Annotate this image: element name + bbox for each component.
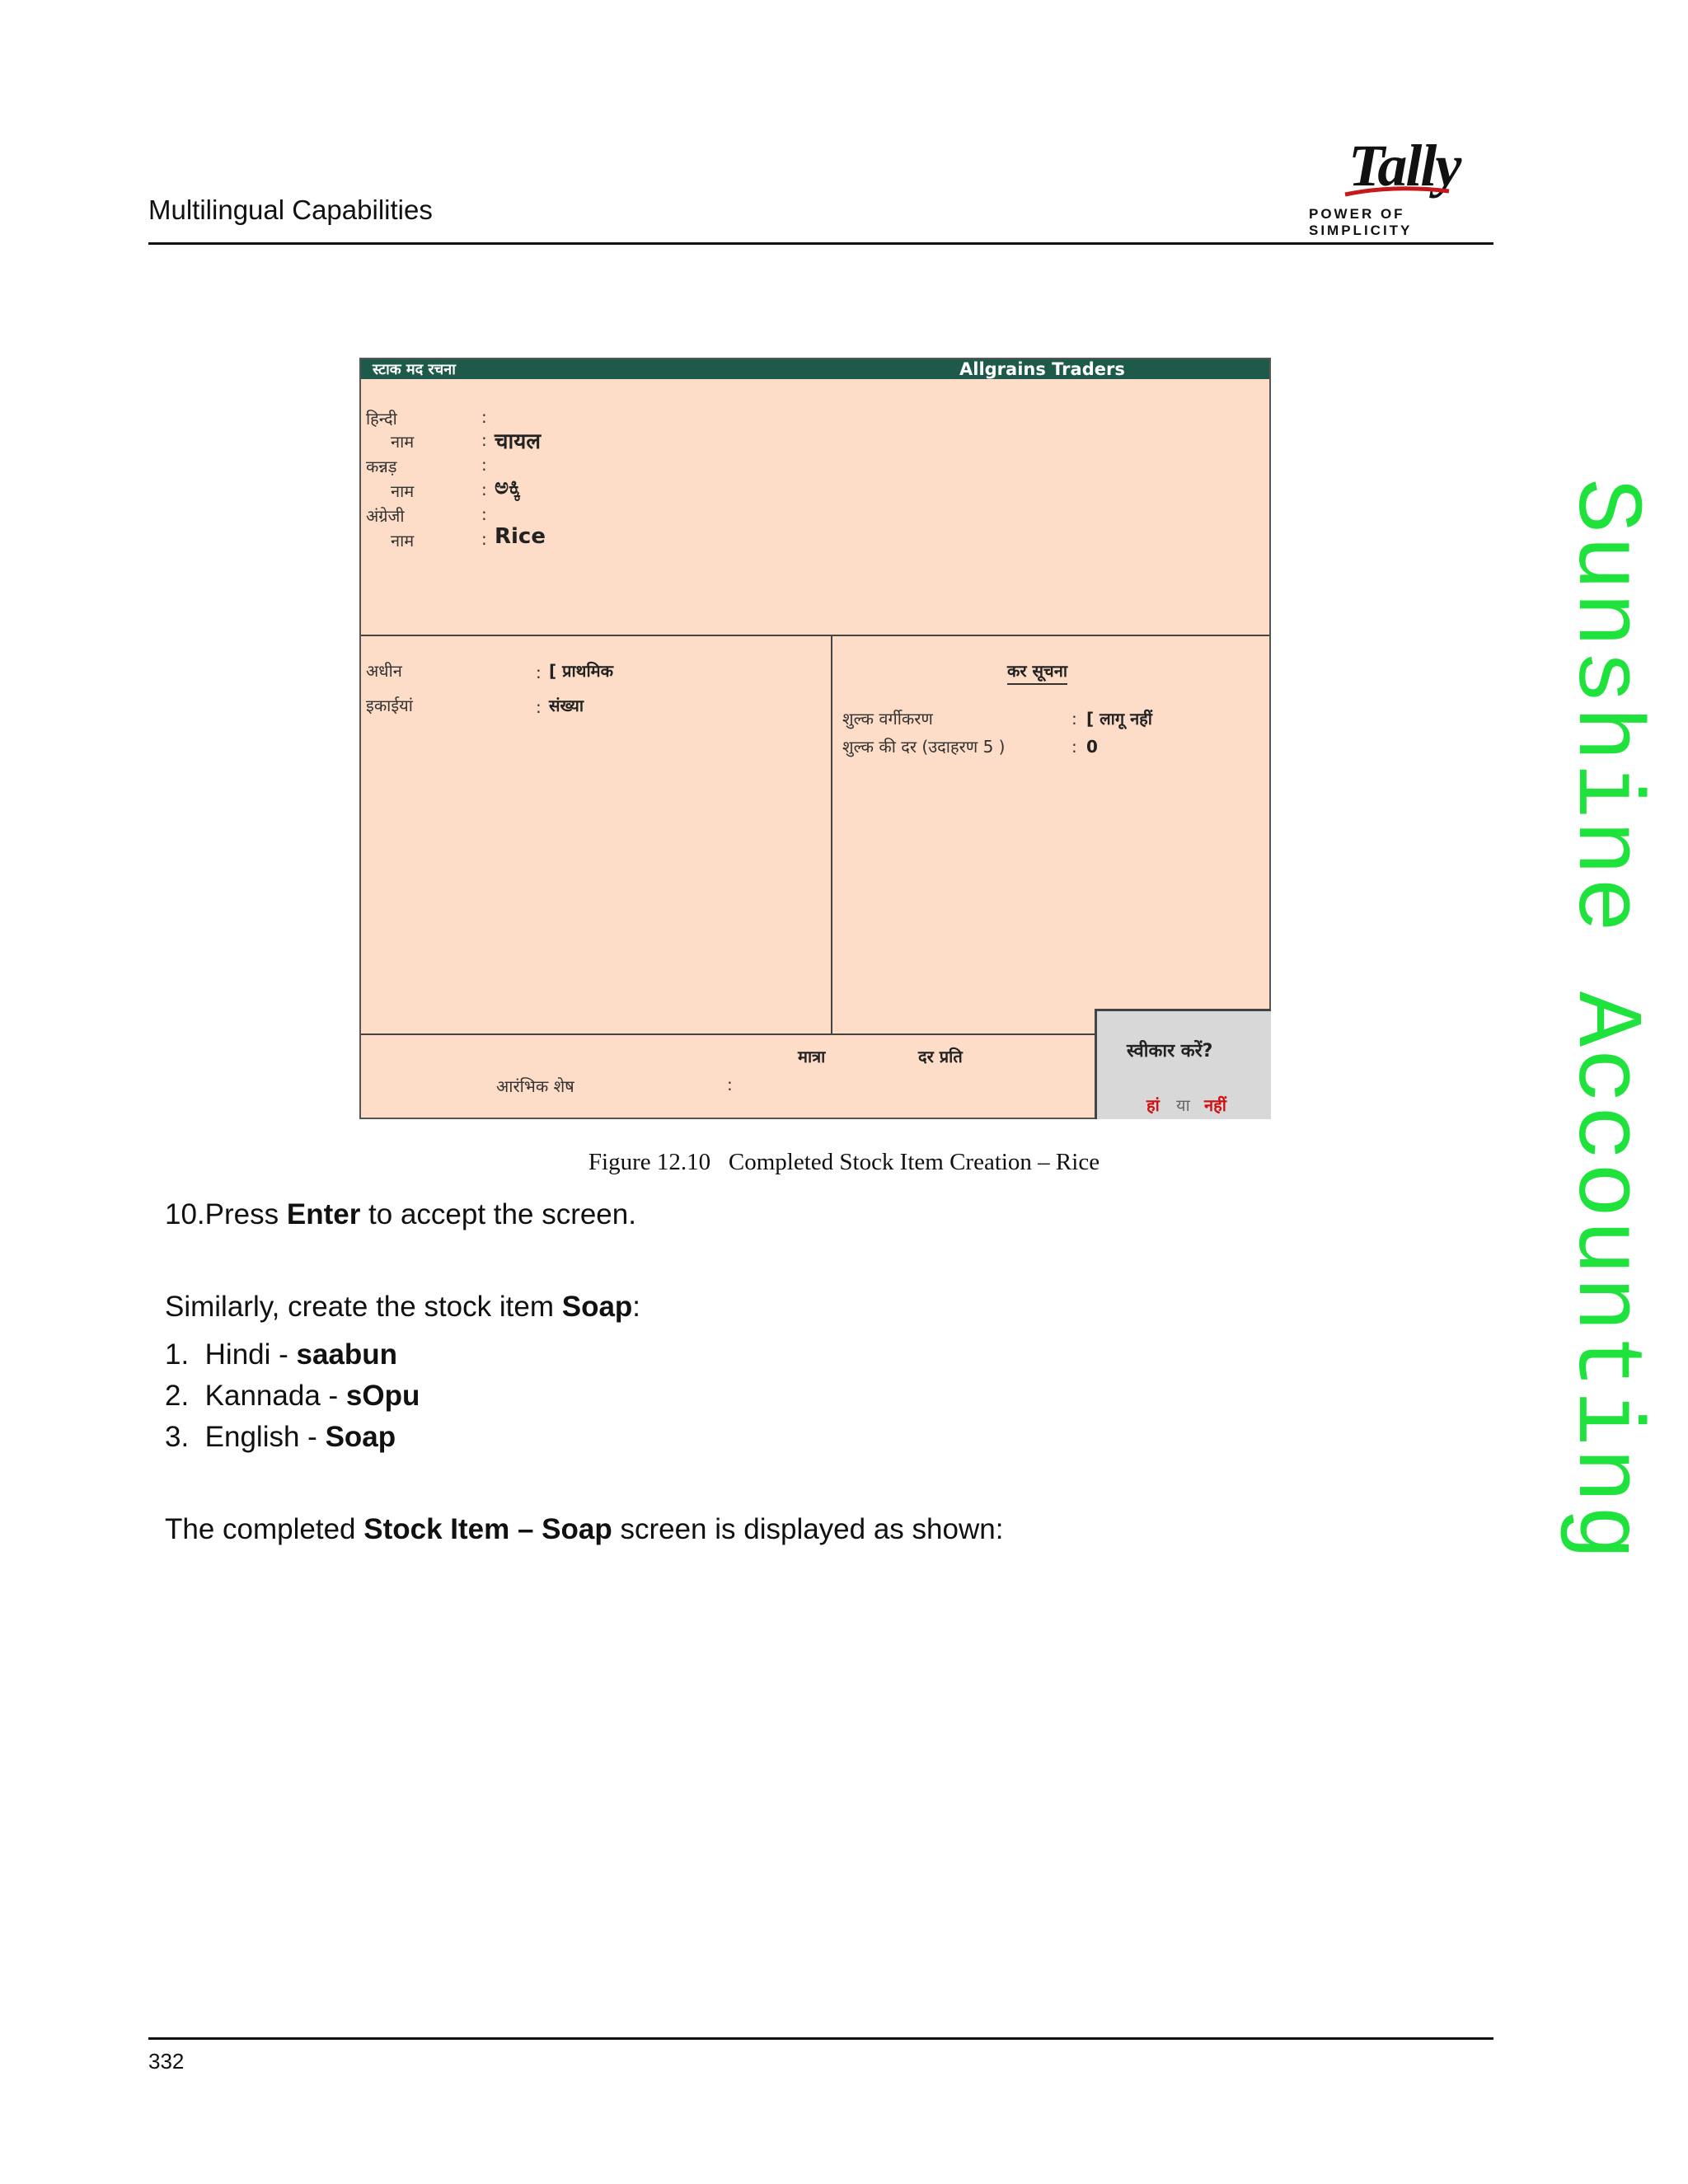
colon: : [1071, 709, 1077, 729]
colon: : [727, 1075, 733, 1094]
list-number: 2. [165, 1380, 190, 1412]
duty-rate-label: शुल्क की दर (उदाहरण 5 ) [842, 737, 1006, 757]
opening-balance-label: आरंभिक शेष [496, 1076, 574, 1096]
stock-item-creation-screen: स्टाक मद रचना Allgrains Traders हिन्दी :… [359, 358, 1271, 1119]
under-label: अधीन [366, 661, 402, 681]
colon: : [1071, 737, 1077, 757]
colon: : [481, 407, 487, 427]
list-item: 1. Hindi - saabun [165, 1338, 397, 1371]
column-divider [831, 635, 832, 1033]
accept-prompt: स्वीकार करें? [1127, 1041, 1213, 1062]
item-name: Soap [561, 1291, 633, 1323]
watermark-text: Sunshine Accounting [1552, 478, 1657, 1563]
section-divider [361, 635, 1269, 636]
watermark: Sunshine Accounting [1552, 462, 1665, 1731]
bold-text: Stock Item – Soap [363, 1513, 612, 1545]
tax-info-heading: कर सूचना [1007, 659, 1068, 685]
list-value: sOpu [345, 1380, 420, 1412]
colon: : [481, 529, 487, 549]
name-kannada-field[interactable]: ಅಕ್ಕಿ [495, 475, 521, 500]
under-field[interactable]: [ प्राथमिक [549, 659, 613, 682]
footer-divider [148, 2037, 1493, 2040]
units-field[interactable]: संख्या [549, 694, 584, 716]
key-name: Enter [286, 1198, 361, 1230]
text: : [632, 1291, 641, 1323]
list-number: 3. [165, 1421, 190, 1453]
language-hindi-label: हिन्दी [366, 409, 397, 429]
text: screen is displayed as shown: [612, 1513, 1004, 1545]
colon: : [481, 480, 487, 499]
section-title: Multilingual Capabilities [148, 194, 433, 225]
list-value: Soap [325, 1421, 396, 1453]
colon: : [536, 697, 542, 717]
list-label: Hindi - [204, 1338, 297, 1371]
colon: : [481, 504, 487, 524]
colon: : [481, 455, 487, 475]
units-label: इकाईयां [366, 696, 413, 715]
text: to accept the screen. [360, 1198, 636, 1230]
bottom-divider [361, 1033, 1095, 1035]
instruction-press-enter: 10.Press Enter to accept the screen. [165, 1198, 636, 1231]
instruction-similarly: Similarly, create the stock item Soap: [165, 1291, 640, 1324]
accept-yes-button[interactable]: हां [1146, 1094, 1160, 1116]
name-kannada-label: नाम [391, 481, 415, 501]
name-hindi-label: नाम [391, 432, 415, 452]
colon: : [536, 663, 542, 682]
accept-dialog: स्वीकार करें? हां या नहीं [1095, 1009, 1271, 1119]
list-label: Kannada - [204, 1380, 346, 1412]
company-name: Allgrains Traders [959, 359, 1125, 379]
text: Similarly, create the stock item [165, 1291, 562, 1323]
language-kannada-label: कन्नड़ [366, 457, 397, 476]
quantity-header: मात्रा [798, 1047, 826, 1066]
header-divider [148, 242, 1493, 245]
duty-classification-label: शुल्क वर्गीकरण [842, 709, 933, 729]
screen-title: स्टाक मद रचना [373, 361, 456, 378]
list-item: 3. English - Soap [165, 1421, 396, 1454]
name-english-field[interactable]: Rice [495, 524, 546, 549]
colon: : [481, 430, 487, 450]
list-item: 2. Kannada - sOpu [165, 1380, 420, 1413]
logo-swoosh-icon [1344, 186, 1450, 197]
figure-caption: Figure 12.10 Completed Stock Item Creati… [588, 1149, 1100, 1175]
tally-logo: Tally POWER OF SIMPLICITY [1302, 132, 1500, 238]
name-hindi-field[interactable]: चायल [495, 425, 541, 455]
list-number: 1. [165, 1338, 190, 1371]
text: 10.Press [165, 1198, 287, 1230]
list-label: English - [204, 1421, 326, 1453]
duty-rate-field[interactable]: 0 [1086, 737, 1098, 757]
accept-no-button[interactable]: नहीं [1204, 1094, 1226, 1116]
page-number: 332 [148, 2049, 185, 2074]
text: The completed [165, 1513, 364, 1545]
screen-title-bar: स्टाक मद रचना Allgrains Traders [361, 359, 1269, 379]
logo-tagline: POWER OF SIMPLICITY [1309, 206, 1413, 238]
duty-classification-field[interactable]: [ लागू नहीं [1086, 707, 1152, 729]
accept-or-text: या [1176, 1095, 1190, 1115]
name-english-label: नाम [391, 531, 415, 551]
instruction-completed: The completed Stock Item – Soap screen i… [165, 1513, 1003, 1546]
rate-per-header: दर प्रति [918, 1047, 963, 1066]
list-value: saabun [296, 1338, 398, 1371]
language-english-label: अंग्रेजी [366, 506, 405, 526]
